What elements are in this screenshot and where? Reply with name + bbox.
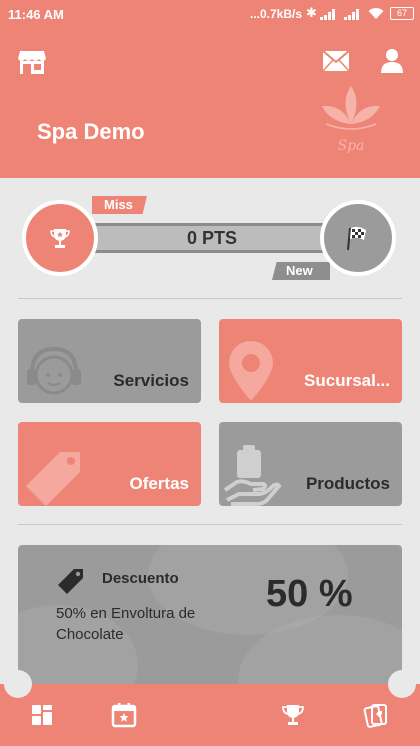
brand-name: Spa Demo (37, 119, 145, 144)
price-tag-icon (58, 569, 83, 594)
product-hand-icon (223, 445, 282, 506)
store-button[interactable] (16, 48, 48, 76)
current-rank-tag: Miss (92, 196, 147, 214)
tile-label: Servicios (113, 371, 189, 390)
network-speed: ...0.7kB/s (250, 7, 303, 21)
tile-servicios[interactable]: Servicios (18, 319, 201, 403)
checkered-flag-icon (347, 226, 366, 251)
headset-icon (27, 346, 81, 395)
divider (18, 298, 402, 299)
current-rank-badge (22, 200, 98, 276)
logo-text: Spa (338, 138, 365, 154)
price-tag-icon (26, 452, 80, 506)
points-bar: 0 PTS (92, 223, 332, 253)
tile-label: Productos (305, 474, 390, 493)
ticket-notch (388, 670, 416, 698)
nav-coupons[interactable] (360, 700, 392, 730)
spa-logo: Spa (318, 84, 384, 158)
divider (18, 524, 402, 525)
nav-dashboard[interactable] (26, 700, 58, 730)
battery-icon: 67 (390, 7, 414, 20)
nav-calendar[interactable] (108, 700, 140, 730)
ticket-notch (4, 670, 32, 698)
coupons-icon (363, 704, 387, 728)
next-rank-tag: New (272, 262, 330, 280)
location-pin-icon (229, 341, 273, 401)
messages-button[interactable] (321, 48, 351, 74)
signal-icon (320, 9, 335, 20)
promo-title: Descuento (102, 570, 179, 587)
bluetooth-icon: ✱ (306, 5, 317, 20)
calendar-star-icon (111, 703, 137, 728)
trophy-icon (282, 705, 304, 725)
wifi-icon (368, 8, 384, 19)
mail-icon (322, 50, 350, 72)
tile-label: Ofertas (129, 474, 189, 493)
tile-productos[interactable]: Productos (219, 422, 402, 506)
trophy-icon (50, 229, 70, 248)
tile-sucursal[interactable]: Sucursal... (219, 319, 402, 403)
status-bar: 11:46 AM ...0.7kB/s ✱ 67 (0, 0, 420, 30)
user-icon (381, 49, 403, 73)
next-rank-badge (320, 200, 396, 276)
status-time: 11:46 AM (8, 7, 64, 22)
points-progress[interactable]: Miss 0 PTS New (22, 196, 402, 280)
promo-card[interactable]: Descuento 50% en Envoltura de Chocolate … (18, 545, 402, 685)
tile-ofertas[interactable]: Ofertas (18, 422, 201, 506)
signal-icon (344, 9, 359, 20)
promo-description: 50% en Envoltura de Chocolate (56, 605, 196, 643)
bottom-navigation (0, 670, 420, 746)
profile-button[interactable] (377, 46, 407, 76)
promo-value: 50 % (266, 573, 353, 615)
nav-rewards[interactable] (277, 700, 309, 730)
app-header: 11:46 AM ...0.7kB/s ✱ 67 Spa Demo Spa (0, 0, 420, 178)
dashboard-icon (32, 705, 52, 725)
tile-label: Sucursal... (304, 371, 390, 390)
store-icon (18, 51, 46, 74)
